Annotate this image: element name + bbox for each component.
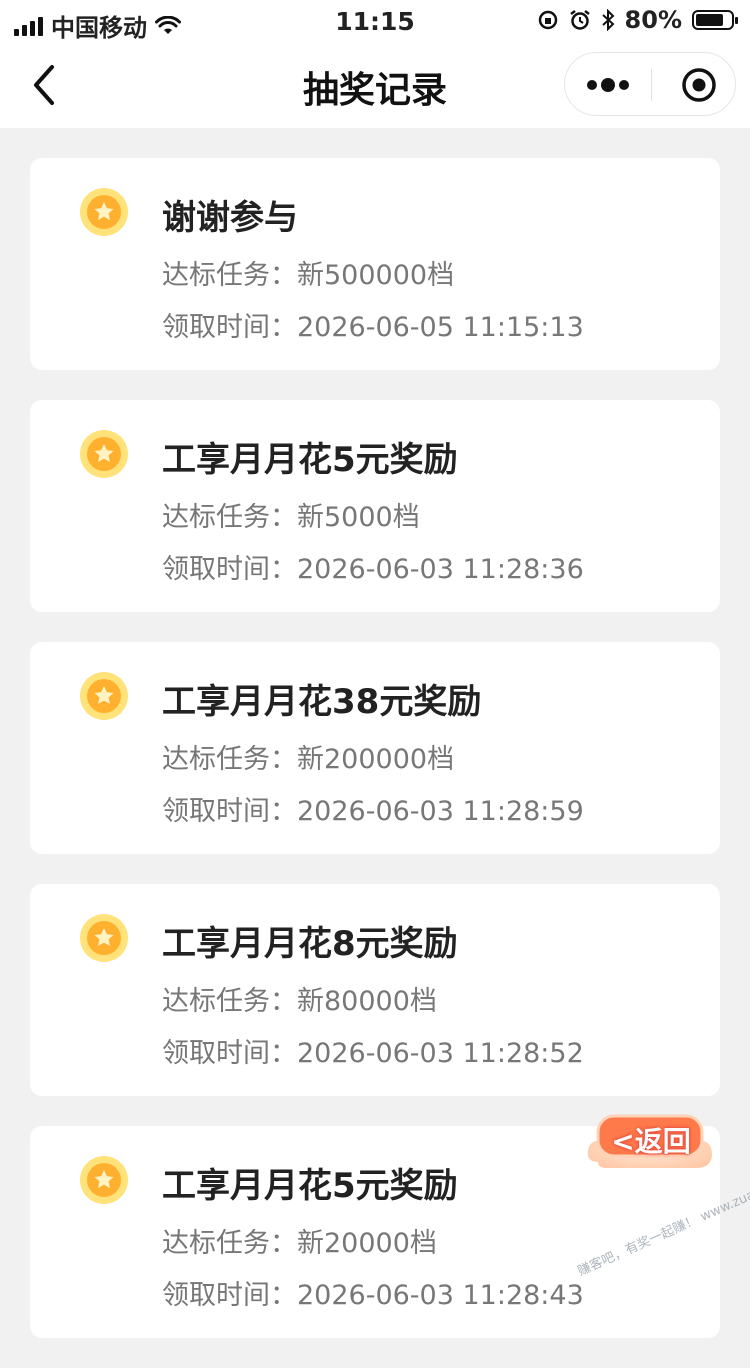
task-value: 新5000档 [297, 502, 420, 533]
record-time: 领取时间：2026-06-05 11:15:13 [162, 305, 584, 344]
star-coin-icon [80, 672, 128, 720]
task-value: 新500000档 [297, 260, 455, 291]
record-list: 谢谢参与 达标任务：新500000档 领取时间：2026-06-05 11:15… [30, 158, 720, 1368]
star-coin-icon [80, 430, 128, 478]
time-value: 2026-06-03 11:28:43 [297, 1280, 584, 1311]
task-label: 达标任务： [162, 1228, 297, 1259]
status-bar: 中国移动 11:15 80% [0, 0, 750, 42]
record-card[interactable]: 工享月月花38元奖励 达标任务：新200000档 领取时间：2026-06-03… [30, 642, 720, 854]
record-time: 领取时间：2026-06-03 11:28:59 [162, 789, 584, 828]
task-label: 达标任务： [162, 260, 297, 291]
nav-bar: 抽奖记录 [0, 42, 750, 128]
record-task: 达标任务：新20000档 [162, 1221, 437, 1260]
battery-icon [692, 10, 738, 30]
record-title: 工享月月花5元奖励 [162, 440, 458, 480]
record-title: 工享月月花38元奖励 [162, 682, 482, 722]
return-label: <返回 [611, 1125, 691, 1158]
battery-percent: 80% [624, 6, 682, 34]
star-coin-icon [80, 914, 128, 962]
orientation-lock-icon [538, 10, 557, 30]
time-value: 2026-06-03 11:28:59 [297, 796, 584, 827]
time-value: 2026-06-03 11:28:36 [297, 554, 584, 585]
time-label: 领取时间： [162, 312, 297, 343]
task-value: 新20000档 [297, 1228, 437, 1259]
battery-fill [696, 14, 723, 26]
record-task: 达标任务：新80000档 [162, 979, 437, 1018]
task-value: 新80000档 [297, 986, 437, 1017]
record-task: 达标任务：新200000档 [162, 737, 454, 776]
time-value: 2026-06-05 11:15:13 [297, 312, 584, 343]
record-task: 达标任务：新500000档 [162, 253, 454, 292]
alarm-icon [569, 10, 590, 30]
task-value: 新200000档 [297, 744, 455, 775]
record-title: 谢谢参与 [162, 198, 298, 238]
task-label: 达标任务： [162, 986, 297, 1017]
miniprogram-capsule [564, 52, 736, 116]
record-card[interactable]: 工享月月花8元奖励 达标任务：新80000档 领取时间：2026-06-03 1… [30, 884, 720, 1096]
status-right: 80% [537, 6, 738, 34]
star-coin-icon [80, 1156, 128, 1204]
task-label: 达标任务： [162, 744, 297, 775]
record-time: 领取时间：2026-06-03 11:28:43 [162, 1273, 584, 1312]
time-value: 2026-06-03 11:28:52 [297, 1038, 584, 1069]
task-label: 达标任务： [162, 502, 297, 533]
record-time: 领取时间：2026-06-03 11:28:52 [162, 1031, 584, 1070]
record-time: 领取时间：2026-06-03 11:28:36 [162, 547, 584, 586]
record-task: 达标任务：新5000档 [162, 495, 420, 534]
more-options-icon[interactable] [583, 69, 633, 101]
record-card[interactable]: 工享月月花5元奖励 达标任务：新5000档 领取时间：2026-06-03 11… [30, 400, 720, 612]
star-coin-icon [80, 188, 128, 236]
bluetooth-icon [601, 9, 614, 31]
record-title: 工享月月花5元奖励 [162, 1166, 458, 1206]
time-label: 领取时间： [162, 1038, 297, 1069]
capsule-divider [651, 69, 652, 101]
record-card[interactable]: 谢谢参与 达标任务：新500000档 领取时间：2026-06-05 11:15… [30, 158, 720, 370]
time-label: 领取时间： [162, 1280, 297, 1311]
time-label: 领取时间： [162, 796, 297, 827]
time-label: 领取时间： [162, 554, 297, 585]
floating-return-button[interactable]: <返回 [584, 1100, 718, 1186]
close-miniprogram-icon[interactable] [681, 67, 717, 103]
record-title: 工享月月花8元奖励 [162, 924, 458, 964]
